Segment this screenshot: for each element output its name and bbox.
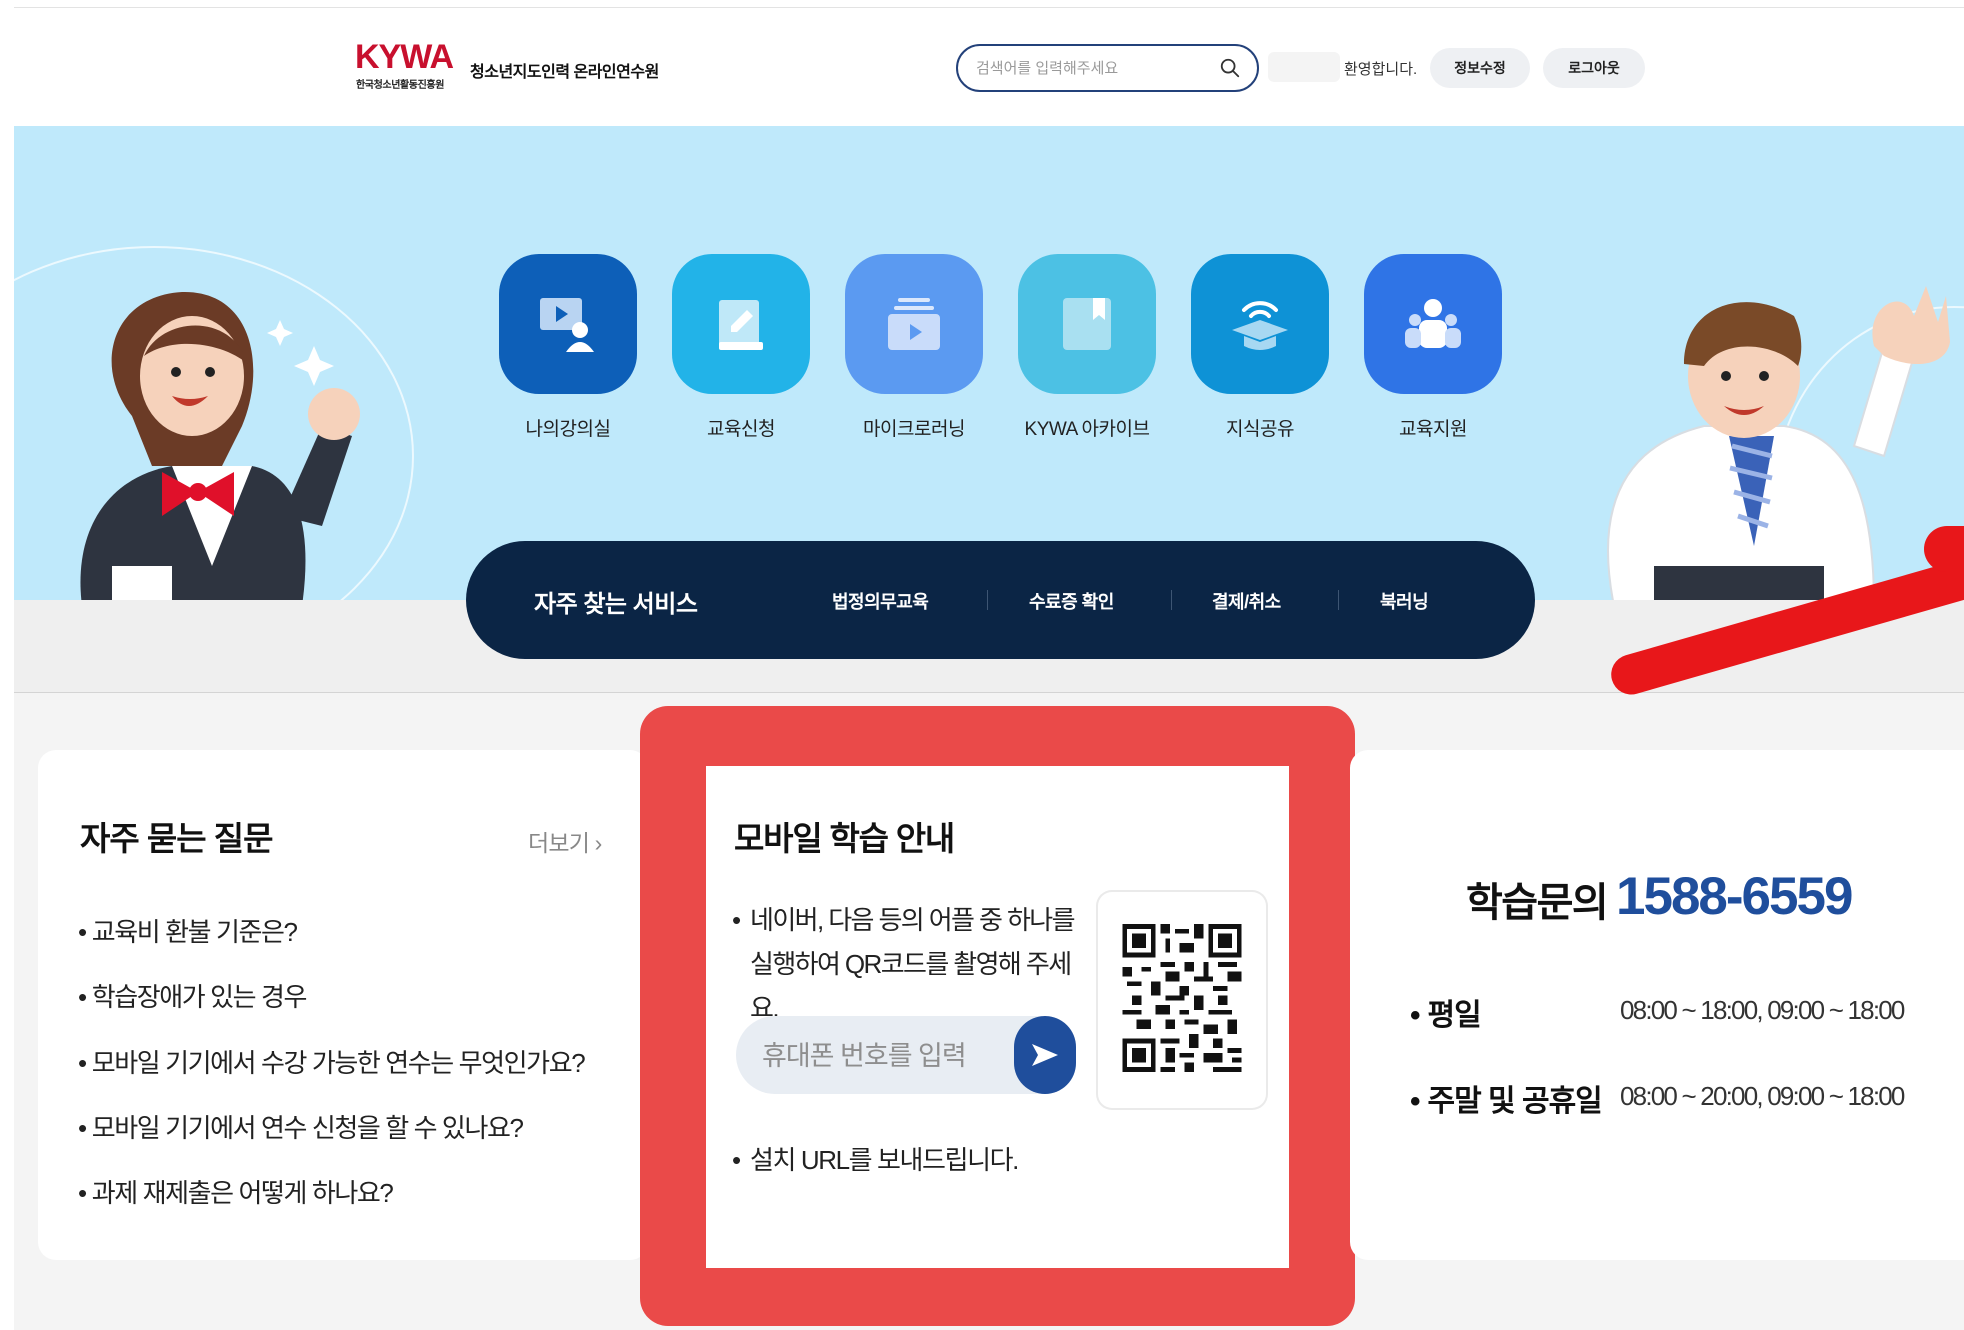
logo-subtitle: 한국청소년활동진흥원: [356, 80, 445, 91]
book-bookmark-icon: [1018, 254, 1156, 394]
logo-text: KYWA: [355, 38, 454, 76]
menu-label: 교육지원: [1399, 419, 1467, 440]
note-text: 설치 URL를 보내드립니다.: [750, 1145, 1019, 1175]
hero-banner: 나의강의실 교육신청 마이크로러닝 KYWA 아카이브 지식공유 교육지원: [14, 126, 1964, 600]
graduation-cap-wifi-icon: [1191, 254, 1329, 394]
faq-item[interactable]: 교육비 환불 기준은?: [78, 912, 298, 949]
section-divider: [14, 692, 1964, 693]
faq-title: 자주 묻는 질문: [80, 820, 273, 857]
menu-my-classroom[interactable]: 나의강의실: [498, 254, 638, 441]
left-margin: [0, 0, 14, 1330]
weekday-label: 평일: [1410, 990, 1482, 1034]
quick-services-bar: 자주 찾는 서비스 법정의무교육 수료증 확인 결제/취소 북러닝: [466, 541, 1535, 659]
weekend-label: 주말 및 공휴일: [1410, 1076, 1603, 1120]
people-group-icon: [1364, 254, 1502, 394]
faq-item[interactable]: 모바일 기기에서 연수 신청을 할 수 있나요?: [78, 1108, 524, 1145]
red-marker-stroke: [1924, 526, 1964, 572]
contact-title: 학습문의: [1466, 881, 1609, 925]
quick-link-mandatory-education[interactable]: 법정의무교육: [832, 588, 929, 614]
faq-item[interactable]: 모바일 기기에서 수강 가능한 연수는 무엇인가요?: [78, 1043, 586, 1080]
search-icon[interactable]: [1219, 57, 1241, 79]
faq-more-link[interactable]: 더보기 ›: [528, 824, 602, 858]
divider: [1338, 590, 1339, 610]
divider: [987, 590, 988, 610]
edit-profile-button[interactable]: 정보수정: [1430, 48, 1530, 88]
edit-document-icon: [672, 254, 810, 394]
menu-label: 마이크로러닝: [863, 419, 965, 440]
welcome-text: 환영합니다.: [1344, 61, 1418, 78]
quick-services-title: 자주 찾는 서비스: [534, 591, 698, 618]
menu-knowledge-share[interactable]: 지식공유: [1190, 254, 1330, 441]
desc-line-1: 네이버, 다음 등의 어플 중 하나를: [750, 905, 1076, 935]
kywa-logo[interactable]: KYWA: [355, 38, 454, 77]
weekday-hours: 08:00 ~ 18:00, 09:00 ~ 18:00: [1620, 995, 1905, 1025]
menu-label: 교육신청: [707, 419, 775, 440]
student-boy-illustration: [1607, 286, 1950, 600]
menu-course-apply[interactable]: 교육신청: [671, 254, 811, 441]
faq-item[interactable]: 학습장애가 있는 경우: [78, 977, 308, 1014]
site-title[interactable]: 청소년지도인력 온라인연수원: [470, 58, 659, 82]
install-url-note: • 설치 URL를 보내드립니다.: [732, 1145, 1019, 1175]
menu-label: 지식공유: [1226, 419, 1294, 440]
menu-microlearning[interactable]: 마이크로러닝: [844, 254, 984, 441]
menu-kywa-archive[interactable]: KYWA 아카이브: [1017, 254, 1157, 441]
contact-phone-number[interactable]: 1588-6559: [1616, 866, 1853, 927]
quick-link-payment-cancel[interactable]: 결제/취소: [1212, 588, 1281, 614]
video-classroom-icon: [499, 254, 637, 394]
mobile-learning-title: 모바일 학습 안내: [734, 820, 955, 857]
send-button[interactable]: [1014, 1016, 1076, 1094]
quick-link-book-learning[interactable]: 북러닝: [1380, 588, 1429, 614]
search-bar: [956, 44, 1259, 92]
user-name-blurred: [1268, 52, 1340, 82]
qr-code-box: [1098, 892, 1266, 1108]
video-folder-icon: [845, 254, 983, 394]
menu-label: 나의강의실: [525, 419, 611, 440]
weekend-hours: 08:00 ~ 20:00, 09:00 ~ 18:00: [1620, 1081, 1905, 1111]
student-girl-illustration: [80, 291, 360, 600]
phone-number-input[interactable]: [762, 1036, 992, 1076]
menu-label: KYWA 아카이브: [1024, 419, 1150, 440]
send-arrow-icon: [1032, 1044, 1058, 1066]
divider: [1171, 590, 1172, 610]
menu-education-support[interactable]: 교육지원: [1363, 254, 1503, 441]
qr-code-icon: [1122, 924, 1242, 1072]
top-border: [0, 0, 1964, 8]
search-input[interactable]: [976, 55, 1196, 81]
mobile-learning-description: • 네이버, 다음 등의 어플 중 하나를 실행하여 QR코드를 촬영해 주세요.: [732, 898, 1092, 1030]
phone-input-group: [736, 1016, 1076, 1094]
quick-link-certificate[interactable]: 수료증 확인: [1029, 588, 1114, 614]
faq-item[interactable]: 과제 재제출은 어떻게 하나요?: [78, 1173, 394, 1210]
logout-button[interactable]: 로그아웃: [1543, 48, 1645, 88]
